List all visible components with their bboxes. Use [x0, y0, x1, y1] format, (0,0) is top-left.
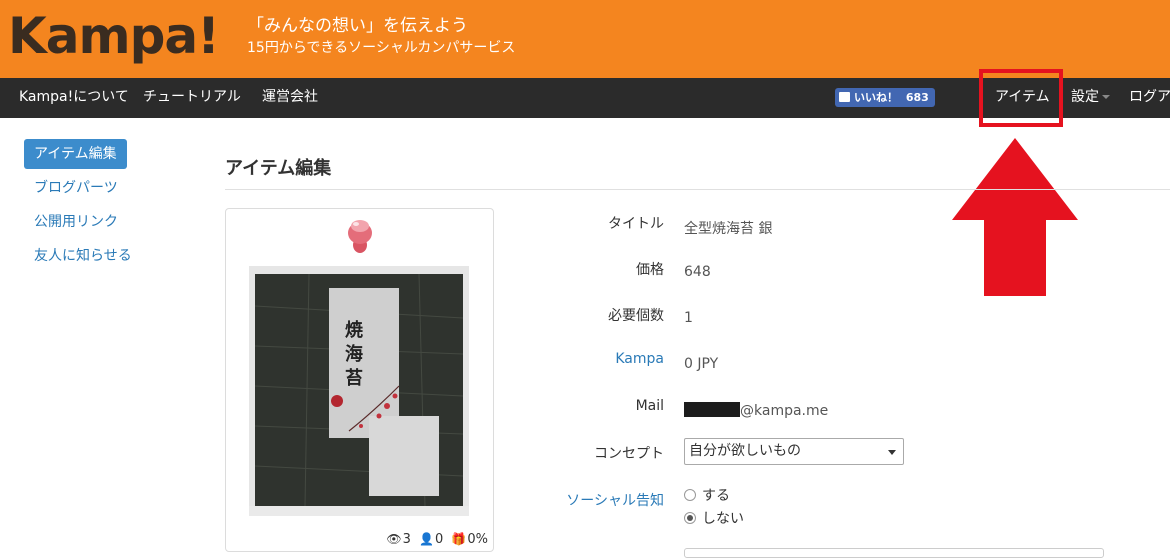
highlight-box [979, 69, 1063, 127]
title-value: 全型焼海苔 銀 [684, 221, 773, 237]
sidebar-item-notify-friends[interactable]: 友人に知らせる [24, 241, 194, 271]
eye-icon: 👁 [386, 532, 402, 546]
tagline: 「みんなの想い」を伝えよう [247, 16, 468, 36]
sidebar: アイテム編集 ブログパーツ 公開用リンク 友人に知らせる [24, 139, 194, 275]
nav-about[interactable]: Kampa!について [19, 78, 129, 118]
sidebar-item-item-edit[interactable]: アイテム編集 [24, 139, 127, 169]
percent-value: 0% [467, 532, 488, 547]
svg-text:焼: 焼 [345, 319, 363, 341]
page-title: アイテム編集 [225, 158, 332, 179]
nav-logout[interactable]: ログアウト [1129, 78, 1170, 118]
sidebar-item-public-link[interactable]: 公開用リンク [24, 207, 194, 237]
logo[interactable]: Kampa! [8, 4, 220, 68]
concept-select[interactable]: 自分が欲しいもの [684, 438, 904, 465]
user-icon: 👤 [419, 532, 434, 546]
redacted-block [684, 402, 740, 417]
price-label: 価格 [636, 262, 664, 278]
svg-text:海: 海 [345, 343, 363, 365]
push-pin-icon [348, 220, 372, 253]
divider [225, 189, 1170, 190]
radio-yes-label: する [702, 488, 730, 504]
radio-no[interactable] [684, 512, 696, 524]
arrow-up-icon [952, 138, 1078, 296]
nav-settings-dropdown[interactable]: 設定 [1071, 78, 1110, 118]
facebook-like-button[interactable]: いいね！ 683 [835, 88, 935, 107]
fb-like-count: 683 [905, 91, 929, 104]
radio-option-no[interactable]: しない [684, 508, 744, 528]
nav-tutorial[interactable]: チュートリアル [143, 78, 241, 118]
product-image: 焼 海 苔 [249, 266, 469, 516]
radio-option-yes[interactable]: する [684, 485, 730, 505]
svg-text:苔: 苔 [345, 367, 363, 389]
radio-yes[interactable] [684, 489, 696, 501]
radio-no-label: しない [702, 511, 744, 527]
concept-label: コンセプト [594, 446, 664, 462]
next-field[interactable] [684, 548, 1104, 558]
nav-settings-label: 設定 [1071, 89, 1099, 105]
sub-tagline: 15円からできるソーシャルカンパサービス [247, 40, 516, 56]
title-label: タイトル [608, 216, 664, 232]
caret-down-icon [1102, 95, 1110, 99]
site-header: Kampa! 「みんなの想い」を伝えよう 15円からできるソーシャルカンパサービ… [0, 0, 1170, 78]
kampa-link[interactable]: Kampa [544, 351, 664, 367]
kampa-value: 0 JPY [684, 356, 719, 372]
nav-company[interactable]: 運営会社 [262, 78, 318, 118]
views-count: 3 [402, 532, 411, 547]
item-card: 焼 海 苔 👁3 👤0 🎁0% [225, 208, 494, 552]
price-value: 648 [684, 264, 711, 280]
quantity-label: 必要個数 [608, 308, 664, 324]
quantity-value: 1 [684, 310, 693, 326]
mail-label: Mail [635, 398, 664, 414]
gift-icon: 🎁 [451, 532, 467, 546]
thumbs-up-icon [839, 92, 850, 102]
social-notice-link[interactable]: ソーシャル告知 [544, 490, 664, 510]
mail-domain: @kampa.me [740, 403, 829, 419]
mail-value: @kampa.me [684, 402, 828, 419]
dropdown-arrow-icon [888, 450, 896, 455]
concept-selected-value: 自分が欲しいもの [689, 443, 801, 459]
users-count: 0 [435, 532, 444, 547]
item-stats: 👁3 👤0 🎁0% [382, 532, 488, 547]
sidebar-item-blog-parts[interactable]: ブログパーツ [24, 173, 194, 203]
fb-like-label: いいね！ [854, 91, 898, 104]
